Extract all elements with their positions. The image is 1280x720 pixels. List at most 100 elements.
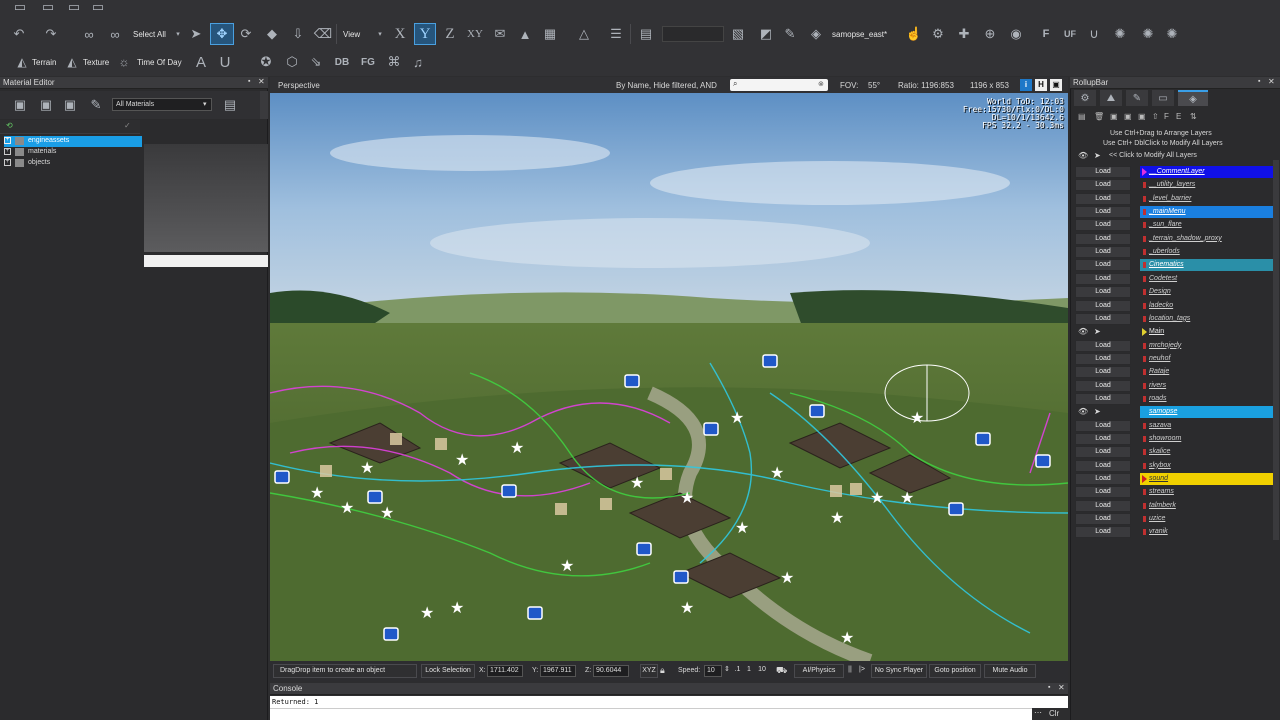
layer-load-button[interactable]: Load [1075, 339, 1131, 352]
eye-icon[interactable]: 👁︎ [1078, 151, 1088, 160]
close-icon[interactable]: ✕ [1058, 683, 1065, 692]
layer-row[interactable]: Load Design [1075, 286, 1273, 299]
document-icon[interactable]: ▤ [220, 94, 240, 116]
scrollbar[interactable] [1273, 160, 1279, 540]
layer-load-button[interactable]: Load [1075, 206, 1131, 219]
viewport-title[interactable]: Perspective [278, 81, 320, 90]
layer-load-button[interactable]: Load [1075, 459, 1131, 472]
tab-terrain[interactable]: ⛰ [1100, 90, 1122, 106]
mute-audio-button[interactable]: Mute Audio [984, 664, 1036, 678]
rollup-hint-3[interactable]: << Click to Modify All Layers [1109, 152, 1197, 159]
material-pick-icon[interactable]: ✎ [86, 94, 106, 116]
layer-row[interactable]: Load location_tags [1075, 312, 1273, 325]
layer-load-button[interactable]: Load [1075, 299, 1131, 312]
physics-icon[interactable]: ☝ [904, 23, 924, 45]
uf-button[interactable]: UF [1060, 23, 1080, 45]
paint-icon[interactable]: ✎ [780, 23, 800, 45]
texture-button[interactable]: Texture [83, 58, 109, 67]
magnet-icon[interactable]: ∪ [1084, 23, 1104, 45]
layer-row[interactable]: Load vranik [1075, 526, 1273, 539]
layer-load-button[interactable]: Load [1075, 392, 1131, 405]
layer-row[interactable]: Load sazava [1075, 419, 1273, 432]
delete-layer-icon[interactable]: 🗑︎ [1094, 112, 1104, 121]
speed-01-button[interactable]: .1 [732, 664, 743, 678]
asset-icon[interactable]: ◩ [756, 23, 776, 45]
layer-name[interactable]: sound [1140, 473, 1273, 486]
layer-row[interactable]: Load Rataje [1075, 366, 1273, 379]
expand-icon[interactable]: + [4, 159, 11, 166]
axis-y-button[interactable]: Y [414, 23, 436, 45]
layer-load-button[interactable]: Load [1075, 473, 1131, 486]
angle-icon[interactable]: △ [574, 23, 594, 45]
layer-load-button[interactable]: Load [1075, 513, 1131, 526]
layer-row[interactable]: Load ladecko [1075, 299, 1273, 312]
import-layer-icon[interactable]: E [1176, 112, 1181, 121]
redo-icon[interactable]: ↷ [40, 23, 62, 45]
console-menu-icon[interactable]: ⋯ [1034, 708, 1042, 717]
layer-name[interactable]: _level_barrier [1140, 193, 1273, 205]
layer-load-button[interactable]: Load [1075, 246, 1131, 259]
pin-icon[interactable]: ▪ [1258, 78, 1260, 85]
gear-icon[interactable]: ✺ [1110, 23, 1130, 45]
f-button[interactable]: F [1036, 23, 1056, 45]
layer-row[interactable]: Load _level_barrier [1075, 192, 1273, 205]
chevron-down-icon[interactable]: ▾ [172, 23, 184, 45]
layer-load-button[interactable]: Load [1075, 499, 1131, 512]
rotate-icon[interactable]: ⟳ [236, 23, 256, 45]
expand-arrow-icon[interactable] [1142, 168, 1147, 176]
collapse-icon[interactable]: ⇅ [1190, 112, 1197, 121]
layers-icon[interactable]: ◈ [806, 23, 826, 45]
expand-icon[interactable]: + [4, 137, 11, 144]
speed-spin-icon[interactable]: ⇕ [724, 665, 730, 673]
arrow-icon[interactable]: ⇘ [306, 51, 326, 73]
pin-icon[interactable]: ▪ [1048, 684, 1050, 691]
layer-row[interactable]: 👁︎ ➤ samopse [1075, 406, 1273, 419]
network-icon[interactable]: ⬡ [282, 51, 302, 73]
layer-row[interactable]: Load mrchojedy [1075, 339, 1273, 352]
layer-combo[interactable] [662, 26, 724, 42]
scale-icon[interactable]: ◆ [262, 23, 282, 45]
layer-row[interactable]: Load skalice [1075, 446, 1273, 459]
layer-name[interactable]: vranik [1140, 526, 1273, 538]
layer-name[interactable]: skalice [1140, 446, 1273, 458]
game-icon[interactable]: ◉ [1006, 23, 1026, 45]
select-arrow-icon[interactable]: ➤ [186, 23, 206, 45]
layer-load-button[interactable]: Load [1075, 259, 1131, 272]
fx-icon[interactable]: ⊕ [980, 23, 1000, 45]
layer-name[interactable]: _terrain_shadow_proxy [1140, 233, 1273, 245]
layer-load-button[interactable]: Load [1075, 219, 1131, 232]
axis-xy-button[interactable]: XY [464, 23, 486, 45]
layer-row[interactable]: Load neuhof [1075, 352, 1273, 365]
refresh-icon[interactable]: ⟲ [6, 121, 13, 130]
eye-icon[interactable]: 👁︎ [1078, 407, 1088, 416]
open-icon[interactable]: ▭ [10, 0, 30, 18]
y-coordinate-field[interactable]: 1967.911 [540, 665, 576, 677]
save-all-icon[interactable]: ▭ [64, 0, 84, 18]
sun-icon[interactable]: ☼ [114, 51, 134, 73]
layer-load-button[interactable]: Load [1075, 433, 1131, 445]
pause-button[interactable]: || [845, 664, 855, 678]
tree-item-objects[interactable]: + objects [4, 158, 142, 169]
save-layer-icon[interactable]: ▣ [1110, 112, 1118, 121]
layer-row[interactable]: Load sound [1075, 473, 1273, 486]
layer-name[interactable]: rivers [1140, 380, 1273, 392]
layer-load-button[interactable]: Load [1075, 312, 1131, 325]
puzzle-icon[interactable]: ✚ [954, 23, 974, 45]
viewport-3d[interactable]: ★ ★ ★ ★ ★ ★ ★ ★ ★ ★ ★ ★ ★ ★ ★ ★ ★ ★ ★ ★ ★ World ToD: 1… [270, 93, 1068, 661]
arrow-select-icon[interactable]: ➤ [1094, 151, 1101, 160]
step-button[interactable]: |> [856, 664, 868, 678]
gear-icon[interactable]: ✺ [1162, 23, 1182, 45]
layer-row[interactable]: Load Cinematics [1075, 259, 1273, 272]
layer-row[interactable]: Load Codetest [1075, 272, 1273, 285]
texture-icon[interactable]: ◭ [62, 51, 82, 73]
layer-row[interactable]: Load _uberlods [1075, 246, 1273, 259]
material-icon[interactable]: ▧ [728, 23, 748, 45]
globe-icon[interactable]: ✪ [256, 51, 276, 73]
layer-name[interactable]: samopse [1140, 406, 1273, 419]
terrain-button[interactable]: Terrain [32, 58, 56, 67]
layer-row[interactable]: Load showroom [1075, 433, 1273, 445]
layer-row[interactable]: Load talmberk [1075, 499, 1273, 512]
layer-name[interactable]: _mainMenu [1140, 206, 1273, 219]
layer-name[interactable]: showroom [1140, 433, 1273, 445]
console-clear-button[interactable]: Clr [1049, 709, 1059, 718]
